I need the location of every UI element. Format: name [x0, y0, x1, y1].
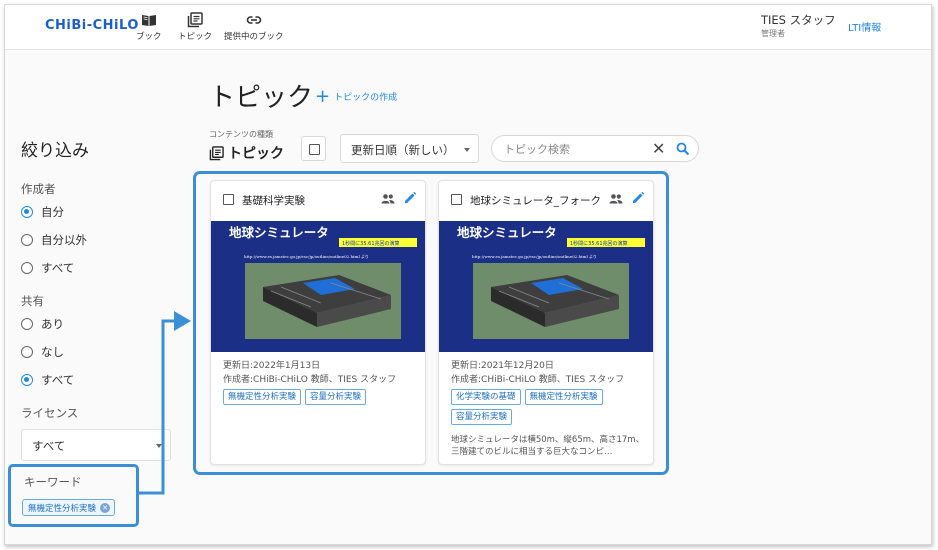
card-updated: 更新日:2022年1月13日	[223, 361, 321, 371]
author-option-others[interactable]: 自分以外	[21, 232, 87, 248]
sort-select[interactable]: 更新日順（新しい）	[340, 134, 479, 163]
caret-down-icon	[464, 148, 470, 152]
nav-book[interactable]: ブック	[136, 12, 162, 46]
card-thumbnail[interactable]: 地球シミュレータ 1秒間に35.61兆回の演算 http://www.es.ja…	[211, 221, 425, 352]
keyword-filter-label: キーワード	[24, 475, 82, 489]
edit-icon[interactable]	[631, 191, 645, 205]
card-checkbox[interactable]	[451, 194, 462, 205]
create-topic-button[interactable]: + トピックの作成	[315, 85, 398, 107]
card-author: 作成者:CHiBi-CHiLO 教師、TIES スタッフ	[223, 375, 397, 385]
author-option-self[interactable]: 自分	[21, 204, 64, 220]
share-option-label: あり	[41, 317, 64, 331]
card-updated: 更新日:2021年12月20日	[451, 361, 554, 371]
share-filter-label: 共有	[21, 294, 44, 308]
app-bar: CHiBi-CHiLO ブック トピック 提供中のブック TIES スタッフ 管…	[5, 5, 931, 50]
card-tags: 無機定性分析実験 容量分析実験	[223, 389, 419, 405]
topic-icon	[187, 12, 203, 28]
sort-select-value: 更新日順（新しい）	[351, 143, 455, 157]
keyword-tag[interactable]: 無機定性分析実験	[223, 389, 302, 405]
keyword-filter: キーワード 無機定性分析実験 ✕	[8, 464, 139, 527]
radio-checked-icon	[21, 206, 33, 218]
card-thumbnail[interactable]: 地球シミュレータ 1秒間に35.61兆回の演算 http://www.es.ja…	[439, 221, 653, 352]
card-header: 基礎科学実験	[211, 181, 425, 217]
share-option-label: すべて	[41, 373, 75, 387]
card-header: 地球シミュレータ_フォーク	[439, 181, 653, 217]
card-checkbox[interactable]	[223, 194, 234, 205]
card-title[interactable]: 地球シミュレータ_フォーク	[470, 193, 601, 208]
license-select[interactable]: すべて	[21, 429, 171, 461]
nav-topic-label: トピック	[178, 32, 213, 42]
license-select-value: すべて	[32, 439, 66, 453]
topic-icon	[209, 145, 224, 160]
keyword-tag[interactable]: 化学実験の基礎	[451, 389, 521, 405]
share-option-no[interactable]: なし	[21, 344, 64, 360]
author-option-all[interactable]: すべて	[21, 260, 74, 276]
plus-icon: +	[315, 85, 331, 107]
user-name[interactable]: TIES スタッフ	[761, 12, 836, 28]
book-icon	[141, 15, 156, 26]
keyword-chip[interactable]: 無機定性分析実験 ✕	[22, 499, 116, 516]
nav-book-label: ブック	[136, 32, 162, 42]
thumbnail-heading: 地球シミュレータ	[457, 225, 557, 240]
nav-shared-books[interactable]: 提供中のブック	[224, 12, 284, 46]
thumbnail-caption: 1秒間に35.61兆回の演算	[570, 240, 628, 247]
content-type-label: コンテンツの種類	[209, 130, 273, 139]
author-option-label: 自分以外	[41, 233, 87, 247]
thumbnail-heading: 地球シミュレータ	[229, 225, 329, 240]
filter-title: 絞り込み	[21, 141, 89, 161]
share-option-yes[interactable]: あり	[21, 316, 64, 332]
content-type-value: トピック	[228, 146, 284, 162]
radio-unchecked-icon	[21, 346, 33, 358]
card-description: 地球シミュレータは横50m、縦65m、高さ17m、三階建てのビルに相当する巨大な…	[451, 435, 645, 457]
keyword-tag[interactable]: 容量分析実験	[451, 409, 513, 425]
app-window: CHiBi-CHiLO ブック トピック 提供中のブック TIES スタッフ 管…	[4, 4, 932, 545]
clear-icon[interactable]: ✕	[652, 139, 665, 158]
topic-card[interactable]: 地球シミュレータ_フォーク 地球シミュレータ 1秒間に35.61兆回の演算 ht…	[438, 180, 654, 465]
author-option-label: すべて	[41, 261, 75, 275]
topic-search: ✕	[491, 135, 699, 162]
thumbnail-image: 地球シミュレータ 1秒間に35.61兆回の演算 http://www.es.ja…	[211, 221, 425, 352]
select-all-checkbox[interactable]	[301, 136, 326, 161]
nav-topic[interactable]: トピック	[178, 12, 212, 46]
lti-info-link[interactable]: LTI情報	[848, 19, 881, 34]
search-button[interactable]	[676, 141, 690, 160]
radio-unchecked-icon	[21, 318, 33, 330]
author-filter-label: 作成者	[21, 182, 56, 196]
thumbnail-url: http://www.es.jamstec.go.jp/esc/jp/outli…	[244, 253, 369, 259]
close-icon[interactable]: ✕	[100, 502, 111, 513]
nav-shared-books-label: 提供中のブック	[224, 32, 284, 42]
search-input[interactable]	[504, 141, 644, 157]
edit-icon[interactable]	[403, 191, 417, 205]
caret-down-icon	[156, 444, 162, 448]
thumbnail-caption: 1秒間に35.61兆回の演算	[342, 240, 400, 247]
radio-unchecked-icon	[21, 234, 33, 246]
keyword-tag[interactable]: 容量分析実験	[305, 389, 367, 405]
topic-card[interactable]: 基礎科学実験 地球シミュレータ 1秒間に35.61兆回の演算 http://ww…	[210, 180, 426, 465]
content-type-selector[interactable]: トピック	[209, 143, 284, 163]
keyword-tag[interactable]: 無機定性分析実験	[524, 389, 603, 405]
link-icon	[246, 16, 261, 24]
card-tags: 化学実験の基礎 無機定性分析実験 容量分析実験	[451, 389, 647, 425]
radio-checked-icon	[21, 374, 33, 386]
app-logo[interactable]: CHiBi-CHiLO	[45, 18, 139, 33]
license-filter-label: ライセンス	[21, 406, 79, 420]
page-title: トピック	[209, 83, 314, 113]
create-topic-label: トピックの作成	[334, 93, 398, 103]
shared-people-icon	[381, 194, 395, 204]
user-role: 管理者	[761, 29, 785, 38]
thumbnail-url: http://www.es.jamstec.go.jp/esc/jp/outli…	[472, 253, 597, 259]
keyword-chip-label: 無機定性分析実験	[28, 503, 97, 514]
shared-people-icon	[609, 194, 623, 204]
author-option-label: 自分	[41, 205, 64, 219]
thumbnail-image: 地球シミュレータ 1秒間に35.61兆回の演算 http://www.es.ja…	[439, 221, 653, 352]
share-option-label: なし	[41, 345, 64, 359]
card-title[interactable]: 基礎科学実験	[242, 193, 305, 208]
topic-list: 基礎科学実験 地球シミュレータ 1秒間に35.61兆回の演算 http://ww…	[193, 171, 669, 475]
radio-unchecked-icon	[21, 262, 33, 274]
share-option-all[interactable]: すべて	[21, 372, 74, 388]
card-author: 作成者:CHiBi-CHiLO 教師、TIES スタッフ	[451, 375, 625, 385]
search-icon	[676, 142, 690, 156]
